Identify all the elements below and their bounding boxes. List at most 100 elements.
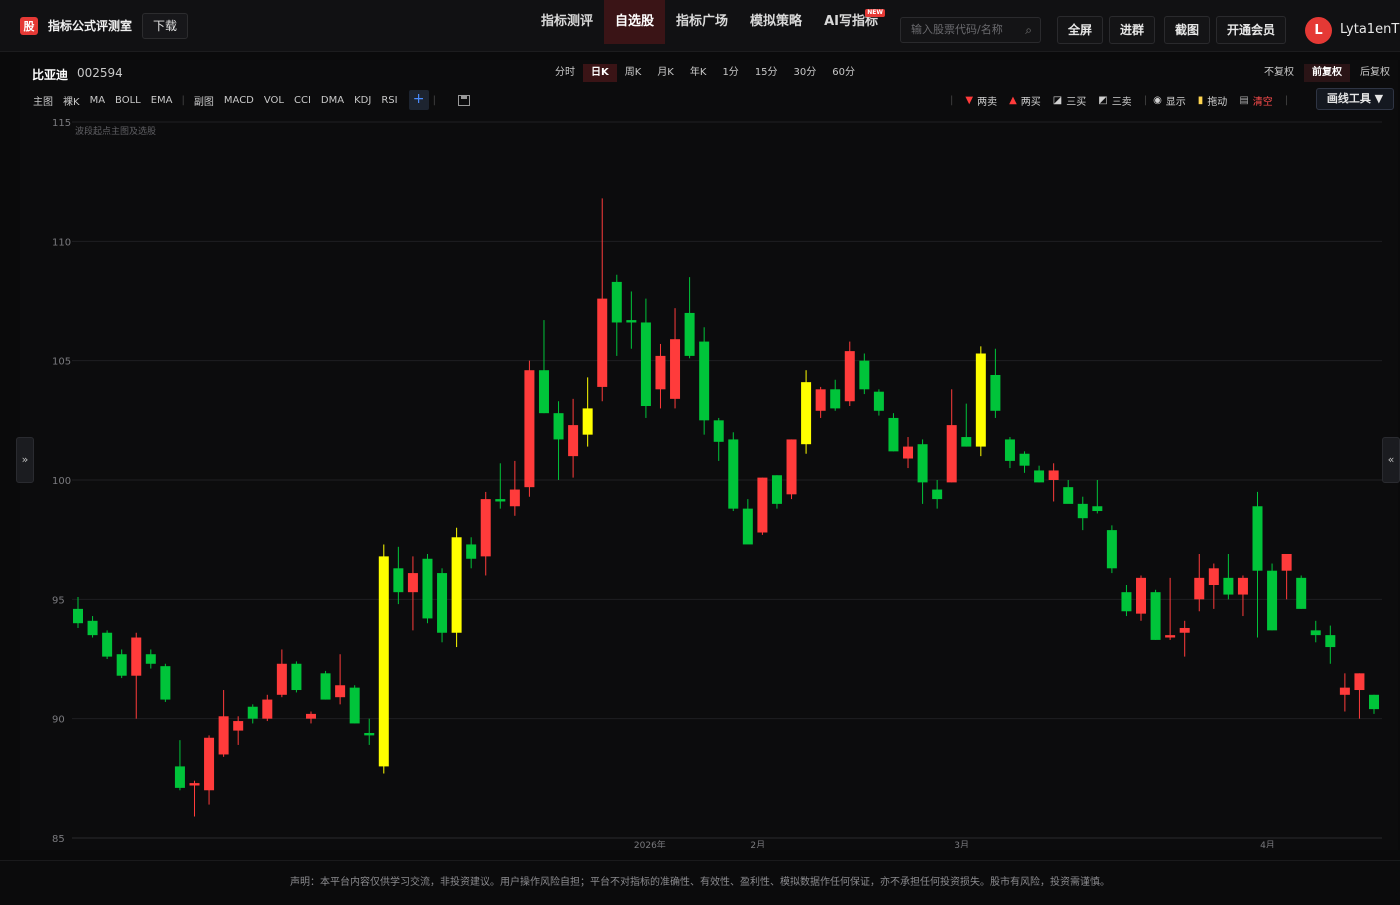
brand[interactable]: 股 指标公式评测室 xyxy=(20,16,132,35)
candle-body[interactable] xyxy=(466,544,477,559)
candle-body[interactable] xyxy=(990,374,1001,411)
candle-body[interactable] xyxy=(1237,577,1248,595)
candle-body[interactable] xyxy=(640,322,651,407)
candle-body[interactable] xyxy=(509,489,520,507)
candle-body[interactable] xyxy=(1077,503,1088,519)
candle-body[interactable] xyxy=(742,508,753,545)
candle-body[interactable] xyxy=(131,637,142,676)
candle-body[interactable] xyxy=(1281,553,1292,571)
candle-body[interactable] xyxy=(102,632,113,657)
candle-body[interactable] xyxy=(378,556,389,767)
candle-body[interactable] xyxy=(160,666,171,700)
candle-body[interactable] xyxy=(626,320,637,323)
candle-body[interactable] xyxy=(422,558,433,619)
candle-body[interactable] xyxy=(291,663,302,691)
nav-item-watchlist[interactable]: 自选股 xyxy=(604,0,666,44)
candle-body[interactable] xyxy=(189,783,200,786)
tab-no-adjust[interactable]: 不复权 xyxy=(1256,64,1302,82)
candle-body[interactable] xyxy=(1004,439,1015,461)
indicator-dma[interactable]: DMA xyxy=(316,95,349,106)
indicator-vol[interactable]: VOL xyxy=(259,95,289,106)
candle-body[interactable] xyxy=(699,341,710,421)
candle-body[interactable] xyxy=(1325,635,1336,648)
candlestick-chart[interactable]: 85 90 95 100 105 110 115 2026年 2月 3月 4月 xyxy=(22,112,1382,848)
candle-body[interactable] xyxy=(174,766,185,788)
candle-body[interactable] xyxy=(1354,673,1365,691)
candle-body[interactable] xyxy=(946,425,957,483)
nav-item-ai-indicator[interactable]: AI写指标 NEW xyxy=(813,0,889,44)
nav-item-indicator-review[interactable]: 指标测评 xyxy=(530,0,604,44)
tool-two-sell[interactable]: ▼ 两卖 xyxy=(965,93,997,108)
candle-body[interactable] xyxy=(1165,635,1176,638)
tool-drag[interactable]: ▮ 拖动 xyxy=(1198,93,1228,108)
tab-period-yearly[interactable]: 年K xyxy=(682,64,715,82)
tab-period-weekly[interactable]: 周K xyxy=(617,64,650,82)
candle-body[interactable] xyxy=(1106,530,1117,569)
tab-period-intraday[interactable]: 分时 xyxy=(547,64,583,82)
candle-body[interactable] xyxy=(1339,687,1350,695)
candle-body[interactable] xyxy=(145,654,156,664)
indicator-ema[interactable]: EMA xyxy=(146,95,178,106)
candle-body[interactable] xyxy=(437,573,448,633)
indicator-boll[interactable]: BOLL xyxy=(110,95,146,106)
tool-show[interactable]: ◉ 显示 xyxy=(1153,93,1186,108)
candle-body[interactable] xyxy=(262,699,273,719)
candle-body[interactable] xyxy=(218,716,229,755)
candle-body[interactable] xyxy=(364,732,375,736)
candle-body[interactable] xyxy=(305,713,316,719)
indicator-macd[interactable]: MACD xyxy=(219,95,259,106)
membership-button[interactable]: 开通会员 xyxy=(1216,16,1287,44)
candle-body[interactable] xyxy=(524,370,535,488)
candle-body[interactable] xyxy=(568,425,579,457)
candle-body[interactable] xyxy=(728,439,739,509)
candle-body[interactable] xyxy=(903,446,914,459)
indicator-rsi[interactable]: RSI xyxy=(376,95,402,106)
stock-search-input[interactable]: 输入股票代码/名称 ⌕ xyxy=(900,17,1041,43)
indicator-bare-k[interactable]: 裸K xyxy=(58,93,85,108)
candle-body[interactable] xyxy=(480,499,491,557)
candle-body[interactable] xyxy=(932,489,943,500)
draw-tools-dropdown[interactable]: 画线工具 ▼ xyxy=(1316,88,1394,110)
candle-body[interactable] xyxy=(917,444,928,483)
tab-period-60min[interactable]: 60分 xyxy=(824,64,863,82)
tab-forward-adjust[interactable]: 前复权 xyxy=(1304,64,1350,82)
candle-body[interactable] xyxy=(349,687,360,724)
collapse-right-button[interactable]: « xyxy=(1382,437,1400,483)
candle-body[interactable] xyxy=(873,391,884,411)
search-icon[interactable]: ⌕ xyxy=(1025,18,1032,42)
candle-body[interactable] xyxy=(582,408,593,435)
candle-body[interactable] xyxy=(247,706,258,719)
tool-three-buy[interactable]: ◪ 三买 xyxy=(1053,93,1086,108)
indicator-cci[interactable]: CCI xyxy=(289,95,316,106)
candle-body[interactable] xyxy=(771,475,782,504)
tab-period-daily[interactable]: 日K xyxy=(583,64,617,82)
tab-backward-adjust[interactable]: 后复权 xyxy=(1352,64,1398,82)
candle-body[interactable] xyxy=(1019,453,1030,466)
candle-body[interactable] xyxy=(204,737,215,791)
username[interactable]: Lyta1enT xyxy=(1340,22,1399,37)
candle-body[interactable] xyxy=(73,608,83,624)
candle-body[interactable] xyxy=(830,389,841,409)
candle-body[interactable] xyxy=(1223,577,1234,595)
candle-body[interactable] xyxy=(1267,570,1278,631)
candle-body[interactable] xyxy=(87,620,98,636)
candle-body[interactable] xyxy=(335,685,346,698)
avatar[interactable]: L xyxy=(1305,17,1332,44)
candle-body[interactable] xyxy=(393,568,404,593)
tab-period-15min[interactable]: 15分 xyxy=(747,64,786,82)
screenshot-button[interactable]: 截图 xyxy=(1164,16,1211,44)
candle-body[interactable] xyxy=(888,417,899,452)
candle-body[interactable] xyxy=(597,298,608,387)
candle-body[interactable] xyxy=(1296,577,1307,609)
candle-body[interactable] xyxy=(451,537,462,633)
candle-body[interactable] xyxy=(407,573,418,593)
candle-body[interactable] xyxy=(844,351,855,402)
join-group-button[interactable]: 进群 xyxy=(1109,16,1156,44)
indicator-kdj[interactable]: KDJ xyxy=(349,95,376,106)
tool-clear[interactable]: ▤ 清空 xyxy=(1239,93,1272,108)
download-button[interactable]: 下载 xyxy=(142,12,189,39)
candle-body[interactable] xyxy=(975,353,986,447)
candle-body[interactable] xyxy=(1121,592,1132,612)
candle-body[interactable] xyxy=(655,355,666,390)
candle-body[interactable] xyxy=(786,439,797,495)
